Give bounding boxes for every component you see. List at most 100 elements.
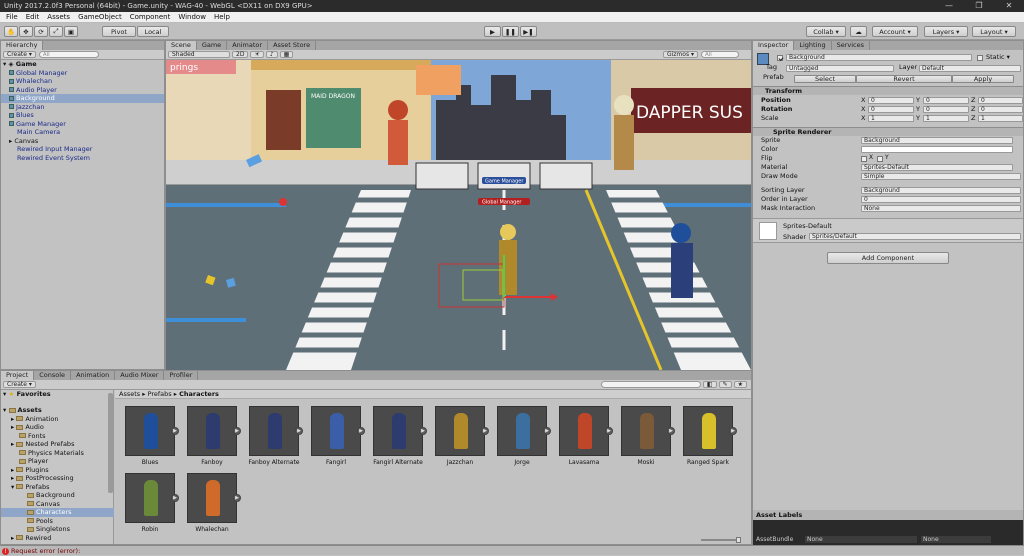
tree-item-prefabs[interactable]: ▾ Prefabs: [1, 483, 49, 492]
tab-game[interactable]: Game: [197, 41, 228, 50]
project-create-button[interactable]: Create ▾: [3, 381, 36, 388]
expand-prefab-icon[interactable]: ▶: [667, 427, 675, 435]
lighting-toggle-icon[interactable]: ☀: [250, 51, 264, 58]
tree-item-pools[interactable]: Pools: [1, 517, 53, 526]
collab-button[interactable]: Collab ▾: [806, 26, 846, 37]
expand-prefab-icon[interactable]: ▶: [295, 427, 303, 435]
close-button[interactable]: ✕: [994, 0, 1024, 12]
tree-item-rewired[interactable]: ▸ Rewired: [1, 534, 51, 543]
hierarchy-item[interactable]: Global Manager: [1, 69, 164, 78]
asset-thumbnail[interactable]: [435, 406, 485, 456]
position-y-field[interactable]: 0: [923, 97, 969, 104]
breadcrumb-characters[interactable]: Characters: [179, 390, 219, 398]
hierarchy-item[interactable]: Whalechan: [1, 77, 164, 86]
color-swatch[interactable]: [861, 146, 1013, 153]
local-button[interactable]: Local: [137, 26, 169, 37]
audio-toggle-icon[interactable]: ♪: [265, 51, 278, 58]
maximize-button[interactable]: ❐: [964, 0, 994, 12]
effects-dropdown-icon[interactable]: ▦: [279, 51, 294, 58]
asset-thumbnail[interactable]: [559, 406, 609, 456]
expand-prefab-icon[interactable]: ▶: [605, 427, 613, 435]
hierarchy-create-button[interactable]: Create ▾: [3, 51, 36, 58]
tag-dropdown[interactable]: Untagged: [786, 65, 894, 72]
asset-thumbnail[interactable]: [125, 406, 175, 456]
expand-prefab-icon[interactable]: ▶: [419, 427, 427, 435]
asset-thumbnail[interactable]: [187, 406, 237, 456]
zoom-slider[interactable]: [701, 539, 741, 541]
tab-audio-mixer[interactable]: Audio Mixer: [115, 371, 165, 380]
hierarchy-item[interactable]: Blues: [1, 111, 164, 120]
active-checkbox[interactable]: [777, 55, 783, 61]
tab-project[interactable]: Project: [1, 371, 35, 380]
expand-prefab-icon[interactable]: ▶: [357, 427, 365, 435]
shading-dropdown[interactable]: Shaded: [168, 51, 230, 58]
hierarchy-item[interactable]: Audio Player: [1, 86, 164, 95]
zoom-slider-handle[interactable]: [736, 537, 741, 543]
favorites-header[interactable]: ▾ ★ Favorites: [1, 390, 51, 399]
hierarchy-item[interactable]: Main Camera: [1, 128, 164, 137]
tab-services[interactable]: Services: [832, 41, 871, 50]
sprite-renderer-header[interactable]: Sprite Renderer: [753, 127, 1023, 136]
step-icon[interactable]: ▶❚: [520, 26, 537, 37]
breadcrumb-prefabs[interactable]: Prefabs: [148, 390, 172, 398]
order-in-layer-field[interactable]: 0: [861, 196, 1021, 203]
play-icon[interactable]: ▶: [484, 26, 501, 37]
expand-prefab-icon[interactable]: ▶: [481, 427, 489, 435]
minimize-button[interactable]: —: [934, 0, 964, 12]
tab-profiler[interactable]: Profiler: [164, 371, 199, 380]
prefab-revert-button[interactable]: Revert: [856, 75, 952, 83]
tree-item-animation[interactable]: ▸ Animation: [1, 415, 58, 424]
tab-inspector[interactable]: Inspector: [753, 41, 795, 50]
menu-gameobject[interactable]: GameObject: [74, 13, 126, 21]
tab-animation[interactable]: Animation: [71, 371, 116, 380]
tree-item-nested-prefabs[interactable]: ▸ Nested Prefabs: [1, 440, 74, 449]
object-name-field[interactable]: Background: [786, 54, 972, 61]
tree-item-fonts[interactable]: Fonts: [1, 432, 46, 441]
account-button[interactable]: Account ▾: [872, 26, 918, 37]
shader-dropdown[interactable]: Sprites/Default: [809, 233, 1021, 240]
expand-prefab-icon[interactable]: ▶: [729, 427, 737, 435]
hierarchy-item[interactable]: Rewired Input Manager: [1, 145, 164, 154]
filter-label-icon[interactable]: ✎: [718, 381, 732, 388]
scale-tool-icon[interactable]: ⤢: [49, 26, 63, 37]
tree-item-singletons[interactable]: Singletons: [1, 525, 70, 534]
menu-file[interactable]: File: [2, 13, 22, 21]
flip-x-checkbox[interactable]: [861, 156, 867, 162]
static-dropdown[interactable]: Static ▾: [986, 53, 1010, 61]
layout-button[interactable]: Layout ▾: [972, 26, 1016, 37]
menu-component[interactable]: Component: [126, 13, 175, 21]
favorite-star-icon[interactable]: ★: [733, 381, 747, 388]
expand-prefab-icon[interactable]: ▶: [233, 427, 241, 435]
sprite-field[interactable]: Background: [861, 137, 1013, 144]
scene-search-input[interactable]: All: [701, 51, 739, 58]
menu-assets[interactable]: Assets: [43, 13, 74, 21]
asset-thumbnail[interactable]: [373, 406, 423, 456]
asset-bundle-dropdown[interactable]: None: [805, 536, 917, 543]
tree-item-physics-materials[interactable]: Physics Materials: [1, 449, 84, 458]
material-field[interactable]: Sprites-Default: [861, 164, 1013, 171]
tree-scrollbar[interactable]: [108, 393, 113, 493]
scale-z-field[interactable]: 1: [978, 115, 1023, 122]
pivot-button[interactable]: Pivot: [102, 26, 136, 37]
scale-y-field[interactable]: 1: [923, 115, 969, 122]
position-x-field[interactable]: 0: [868, 97, 914, 104]
tree-item-postprocessing[interactable]: ▸ PostProcessing: [1, 474, 74, 483]
status-message[interactable]: Request error (error):: [11, 547, 80, 555]
expand-prefab-icon[interactable]: ▶: [543, 427, 551, 435]
flip-y-checkbox[interactable]: [877, 156, 883, 162]
tab-hierarchy[interactable]: Hierarchy: [1, 41, 44, 50]
gizmos-dropdown[interactable]: Gizmos ▾: [662, 51, 698, 58]
hierarchy-item[interactable]: Game Manager: [1, 120, 164, 129]
hierarchy-item-selected[interactable]: Background: [1, 94, 164, 103]
tree-item-background[interactable]: Background: [1, 491, 75, 500]
filter-type-icon[interactable]: ◧: [702, 381, 717, 388]
asset-thumbnail[interactable]: [497, 406, 547, 456]
rotation-x-field[interactable]: 0: [868, 106, 914, 113]
menu-window[interactable]: Window: [174, 13, 210, 21]
scale-x-field[interactable]: 1: [868, 115, 914, 122]
assets-root[interactable]: ▾ Assets: [1, 406, 42, 415]
tree-item-characters-selected[interactable]: Characters: [1, 508, 114, 517]
hierarchy-item[interactable]: Jazzchan: [1, 103, 164, 112]
tree-item-plugins[interactable]: ▸ Plugins: [1, 466, 49, 475]
asset-thumbnail[interactable]: [249, 406, 299, 456]
